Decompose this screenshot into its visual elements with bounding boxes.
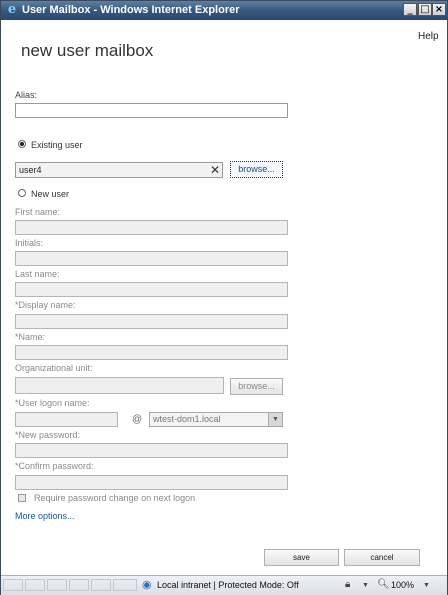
last-name-input[interactable] [15,282,288,297]
status-cell [91,579,111,591]
internet-explorer-icon: e [7,2,17,17]
initials-input[interactable] [15,251,288,266]
domain-select[interactable]: wtest-dom1.local ▼ [149,412,283,427]
status-cell [3,579,23,591]
zoom-icon[interactable]: 🔍︎ [377,579,390,590]
security-zone-text: Local intranet | Protected Mode: Off [157,580,299,590]
at-symbol: @ [132,414,143,425]
alias-label: Alias: [15,90,38,100]
maximize-button[interactable]: □ [418,3,432,16]
name-input[interactable] [15,345,288,360]
status-bar: ◉ Local intranet | Protected Mode: Off 🔒… [1,575,447,595]
initials-label: Initials: [15,238,44,248]
existing-user-radio[interactable] [18,140,26,148]
display-name-label: *Display name: [15,300,76,310]
radio-selected-dot [20,142,24,146]
intranet-zone-icon: ◉ [142,579,152,591]
first-name-input[interactable] [15,220,288,235]
user-logon-name-input[interactable] [15,412,118,427]
require-password-change-checkbox[interactable] [18,494,26,502]
browse-ou-button[interactable]: browse... [230,378,283,395]
status-cell [25,579,45,591]
domain-value: wtest-dom1.local [153,414,221,424]
window-title: User Mailbox - Windows Internet Explorer [22,4,240,16]
status-cell [47,579,67,591]
organizational-unit-label: Organizational unit: [15,363,93,373]
display-name-input[interactable] [15,314,288,329]
chevron-down-icon[interactable]: ▼ [423,582,430,589]
page-content: Help new user mailbox Alias: Existing us… [1,20,447,575]
confirm-password-label: *Confirm password: [15,461,94,471]
status-cell [113,579,137,591]
status-cell [69,579,89,591]
page-title: new user mailbox [21,41,154,60]
new-user-radio[interactable] [18,189,26,197]
browser-window: e User Mailbox - Windows Internet Explor… [0,0,448,595]
new-user-label: New user [31,189,70,199]
clear-icon[interactable]: ✕ [210,162,220,178]
save-button[interactable]: save [264,549,339,566]
cancel-button[interactable]: cancel [344,549,420,566]
alias-input[interactable] [15,103,288,118]
protected-mode-icon[interactable]: 🔒︎ [345,579,350,590]
new-password-label: *New password: [15,430,81,440]
title-bar: e User Mailbox - Windows Internet Explor… [1,1,447,20]
close-button[interactable]: × [432,3,446,16]
chevron-down-icon[interactable]: ▼ [362,582,369,589]
user-logon-name-label: *User logon name: [15,398,90,408]
browse-user-button[interactable]: browse... [230,161,283,178]
existing-user-value: user4 [19,165,42,175]
confirm-password-input[interactable] [15,475,288,490]
zoom-level[interactable]: 100% [391,580,414,590]
more-options-link[interactable]: More options... [15,511,75,521]
organizational-unit-input[interactable] [15,377,224,394]
last-name-label: Last name: [15,269,60,279]
new-password-input[interactable] [15,443,288,458]
first-name-label: First name: [15,207,61,217]
chevron-down-icon: ▼ [268,413,282,426]
existing-user-field[interactable]: user4 ✕ [15,162,223,178]
require-password-change-label: Require password change on next logon [34,493,196,503]
help-link[interactable]: Help [418,31,439,42]
minimize-button[interactable]: _ [403,3,417,16]
name-label: *Name: [15,332,46,342]
existing-user-label: Existing user [31,140,83,150]
